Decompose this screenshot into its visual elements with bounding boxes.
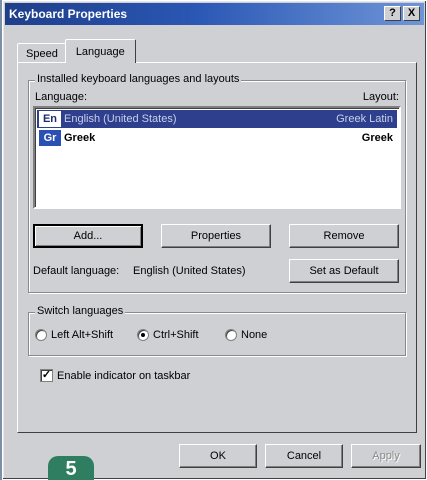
list-item[interactable]: Gr Greek Greek <box>37 129 397 147</box>
switch-languages-legend: Switch languages <box>35 305 126 317</box>
installed-languages-legend: Installed keyboard languages and layouts <box>35 73 242 85</box>
layout-name: Greek <box>361 132 393 144</box>
radio-button[interactable] <box>225 329 237 341</box>
language-tab-panel: Installed keyboard languages and layouts… <box>17 62 417 433</box>
ok-button[interactable]: OK <box>179 444 257 468</box>
radio-ctrl-shift[interactable]: Ctrl+Shift <box>137 329 199 341</box>
radio-left-alt-shift[interactable]: Left Alt+Shift <box>35 329 113 341</box>
window-title: Keyboard Properties <box>9 7 128 21</box>
layout-name: Greek Latin <box>336 113 393 125</box>
enable-indicator-checkbox[interactable]: ✓ Enable indicator on taskbar <box>40 369 190 382</box>
properties-button[interactable]: Properties <box>161 224 271 248</box>
help-button[interactable]: ? <box>384 6 401 21</box>
column-layout-label: Layout: <box>362 91 399 103</box>
tab-language[interactable]: Language <box>64 39 136 63</box>
tab-speed[interactable]: Speed <box>17 43 67 63</box>
radio-none[interactable]: None <box>225 329 267 341</box>
radio-label: Ctrl+Shift <box>153 329 199 341</box>
checkbox[interactable]: ✓ <box>40 369 53 382</box>
radio-selected-dot <box>141 333 145 337</box>
radio-button[interactable] <box>137 329 149 341</box>
default-language-value: English (United States) <box>133 265 246 277</box>
radio-button[interactable] <box>35 329 47 341</box>
cancel-button[interactable]: Cancel <box>265 444 343 468</box>
switch-languages-group: Switch languages Left Alt+Shift Ctrl+Shi… <box>28 305 406 356</box>
title-buttons: ? X <box>384 6 420 21</box>
language-abbr: Gr <box>39 130 61 146</box>
column-language-label: Language: <box>35 91 87 103</box>
remove-button[interactable]: Remove <box>289 224 399 248</box>
language-name: English (United States) <box>64 113 177 125</box>
set-as-default-button[interactable]: Set as Default <box>289 259 399 283</box>
step-number-badge: 5 <box>48 456 94 480</box>
close-button[interactable]: X <box>403 6 420 21</box>
add-button[interactable]: Add... <box>33 224 143 248</box>
radio-label: Left Alt+Shift <box>51 329 114 341</box>
keyboard-properties-window: Keyboard Properties ? X Speed Language I… <box>2 0 427 480</box>
tab-strip: Speed Language <box>17 37 136 63</box>
installed-languages-group: Installed keyboard languages and layouts… <box>28 73 406 293</box>
list-item[interactable]: En English (United States) Greek Latin <box>37 110 397 128</box>
language-abbr: En <box>39 111 61 127</box>
apply-button[interactable]: Apply <box>351 444 421 468</box>
radio-label: None <box>241 329 268 341</box>
enable-indicator-label: Enable indicator on taskbar <box>57 369 191 382</box>
language-list[interactable]: En English (United States) Greek Latin G… <box>33 106 401 209</box>
title-bar[interactable]: Keyboard Properties ? X <box>5 3 424 25</box>
default-language-label: Default language: <box>33 265 120 277</box>
language-name: Greek <box>64 132 96 144</box>
